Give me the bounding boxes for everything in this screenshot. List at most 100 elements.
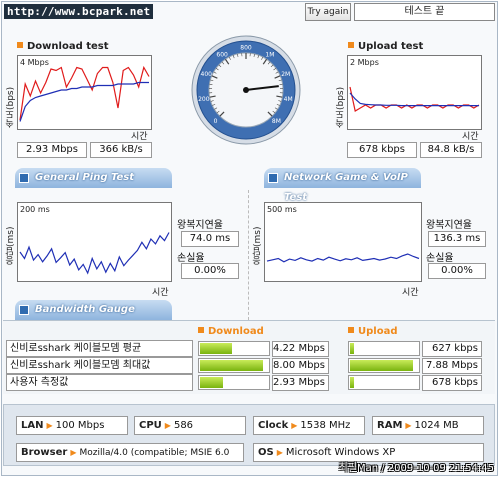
ping-loss-value: 0.00% (181, 263, 239, 279)
bw-download-header-text: Download (208, 326, 264, 337)
game-y-label: 응답(ms) (253, 226, 263, 265)
bw-row-label: 신비로sshark 케이블모뎀 최대값 (6, 357, 193, 374)
download-chart-svg (19, 65, 150, 122)
bw-download-bar (198, 375, 270, 390)
bw-download-bar (198, 341, 270, 356)
gauge-label: 200 (198, 96, 210, 103)
browser-value: Mozilla/4.0 (compatible; MSIE 6.0 (79, 448, 230, 458)
triangle-right-icon: ▶ (291, 421, 298, 430)
orange-square-icon (198, 327, 204, 333)
bw-download-bar-fill (200, 377, 223, 388)
upload-graph: 2 Mbps (347, 55, 482, 130)
download-x-label: 시간 (131, 132, 148, 142)
os-value: Microsoft Windows XP (285, 447, 396, 458)
orange-square-icon (17, 42, 23, 48)
gauge-label: 600 (216, 52, 228, 59)
browser-info: Browser ▶ Mozilla/4.0 (compatible; MSIE 6.… (16, 443, 244, 462)
ram-label: RAM (377, 420, 403, 431)
gauge-label: 400 (201, 71, 213, 78)
game-loss-value: 0.00% (428, 263, 486, 279)
upload-x-label: 시간 (462, 132, 479, 142)
triangle-right-icon: ▶ (276, 448, 283, 457)
bw-upload-bar (348, 341, 420, 356)
lan-value: 100 Mbps (55, 420, 105, 431)
tab-square-icon (268, 173, 278, 183)
bw-upload-bar-fill (350, 343, 354, 354)
triangle-right-icon: ▶ (46, 421, 53, 430)
footer-stamp: 최필Man / 2009-10-09 21:54:45 (338, 463, 494, 474)
triangle-right-icon: ▶ (405, 421, 412, 430)
ping-rtt-label: 왕복지연율 (177, 220, 223, 231)
test-status-box: 테스트 끝 (354, 3, 495, 21)
tab-square-icon (19, 305, 29, 315)
bw-upload-header: Upload (348, 326, 397, 338)
bw-upload-value: 627 kbps (422, 341, 482, 357)
ram-value: 1024 MB (414, 420, 459, 431)
tab-bandwidth-gauge[interactable]: Bandwidth Gauge (15, 300, 172, 320)
ping-rtt-value: 74.0 ms (181, 231, 239, 247)
lan-info: LAN ▶ 100 Mbps (16, 416, 128, 435)
lan-label: LAN (21, 420, 44, 431)
os-label: OS (258, 447, 274, 458)
upload-y-label: 속도(bps) (336, 86, 346, 128)
download-series-blue (19, 81, 149, 122)
ping-chart-svg (19, 232, 170, 275)
download-speed-bps: 2.93 Mbps (17, 142, 87, 158)
cpu-label: CPU (139, 420, 162, 431)
upload-chart-svg (349, 86, 480, 112)
bw-upload-bar (348, 375, 420, 390)
bandwidth-tab-label: Bandwidth Gauge (35, 304, 135, 315)
tab-general-ping-test[interactable]: General Ping Test (15, 168, 172, 188)
game-loss-label: 손실율 (426, 253, 454, 264)
tab-network-game-voip-test[interactable]: Network Game & VoIP Test (264, 168, 421, 203)
bw-upload-bar (348, 358, 420, 373)
bw-upload-value: 7.88 Mbps (422, 358, 482, 374)
clock-info: Clock ▶ 1538 MHz (253, 416, 365, 435)
gauge-hub (243, 87, 249, 93)
gauge-label: 1M (265, 52, 274, 59)
download-section-title: Download test (17, 41, 109, 53)
bw-upload-header-text: Upload (358, 326, 398, 337)
bw-download-value: 8.00 Mbps (272, 358, 329, 374)
gauge-label: 800 (240, 45, 252, 52)
game-chart-svg (266, 253, 420, 263)
gauge-label: 2M (281, 71, 290, 78)
download-y-label: 속도(bps) (6, 86, 16, 128)
ping-y-label: 응답(ms) (6, 226, 16, 265)
orange-square-icon (348, 327, 354, 333)
ping-graph: 200 ms (17, 202, 172, 282)
browser-label: Browser (21, 447, 68, 458)
download-series-red (19, 65, 150, 121)
bw-row-label: 신비로sshark 케이블모뎀 평균 (6, 340, 193, 357)
game-rtt-value: 136.3 ms (428, 231, 486, 247)
orange-square-icon (348, 42, 354, 48)
upload-section-title: Upload test (348, 41, 423, 53)
download-title-text: Download test (27, 41, 109, 52)
clock-label: Clock (258, 420, 289, 431)
tab-square-icon (19, 173, 29, 183)
section-divider (248, 190, 249, 320)
speed-gauge: 0 200 400 600 800 1M 2M 4M 8M (190, 34, 302, 146)
cpu-info: CPU ▶ 586 (134, 416, 246, 435)
cpu-value: 586 (173, 420, 194, 431)
gauge-label: 4M (284, 96, 293, 103)
upload-series-blue (349, 92, 479, 107)
download-speed-bytes: 366 kB/s (90, 142, 152, 158)
bw-row-label: 사용자 측정값 (6, 374, 193, 391)
game-rtt-label: 왕복지연율 (426, 220, 472, 231)
triangle-right-icon: ▶ (164, 421, 171, 430)
bw-upload-bar-fill (350, 360, 413, 371)
ping-tab-label: General Ping Test (35, 172, 135, 183)
try-again-button[interactable]: Try again (305, 3, 351, 21)
game-series (266, 253, 420, 263)
ping-loss-label: 손실율 (177, 253, 205, 264)
bw-upload-value: 678 kbps (422, 375, 482, 391)
gauge-label: 0 (214, 118, 218, 125)
upload-title-text: Upload test (358, 41, 424, 52)
bw-upload-bar-fill (350, 377, 354, 388)
upload-speed-bytes: 84.8 kB/s (420, 142, 482, 158)
gauge-label: 8M (272, 118, 281, 125)
game-x-label: 시간 (402, 288, 419, 298)
ram-info: RAM ▶ 1024 MB (372, 416, 484, 435)
game-graph: 500 ms (264, 202, 422, 282)
